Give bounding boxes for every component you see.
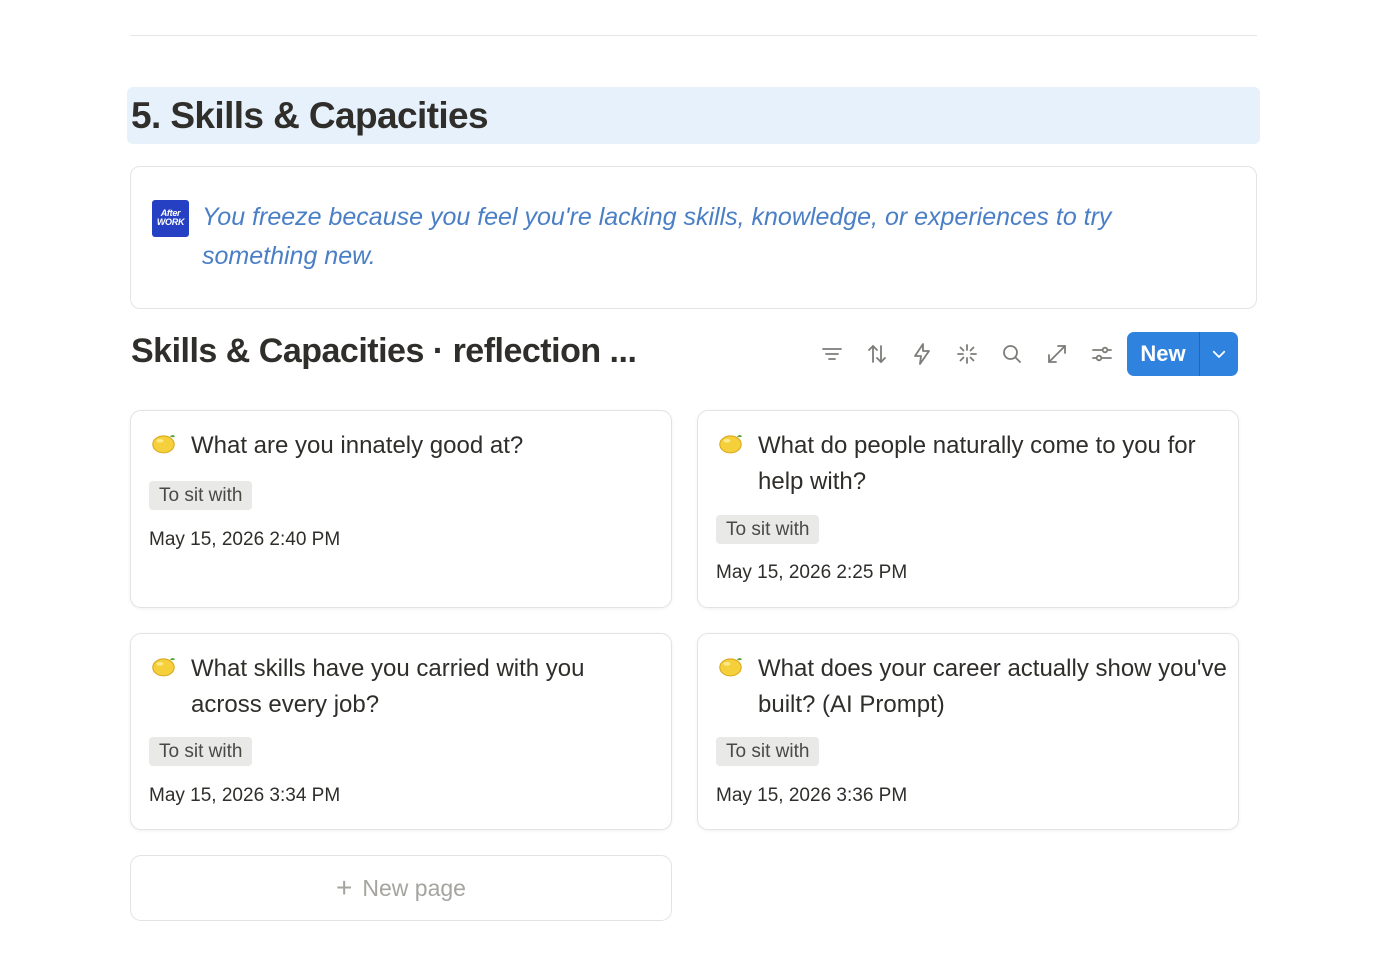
section-heading: 5. Skills & Capacities bbox=[131, 95, 489, 136]
card-title: What skills have you carried with you ac… bbox=[191, 655, 585, 718]
status-tag: To sit with bbox=[716, 515, 820, 544]
database-toolbar bbox=[809, 336, 1124, 372]
new-page-button[interactable]: + New page bbox=[130, 855, 672, 921]
gallery-card[interactable]: What does your career actually show you'… bbox=[697, 633, 1239, 830]
new-page-label: New page bbox=[362, 874, 466, 901]
lightning-icon[interactable] bbox=[899, 336, 944, 372]
lemon-icon bbox=[152, 658, 176, 677]
callout-block[interactable]: After WORK You freeze because you feel y… bbox=[130, 166, 1257, 309]
callout-text: You freeze because you feel you're lacki… bbox=[202, 203, 1112, 270]
top-divider bbox=[130, 35, 1257, 36]
new-button-group: New bbox=[1127, 332, 1238, 376]
lemon-icon bbox=[152, 435, 176, 454]
gallery-card[interactable]: What are you innately good at? To sit wi… bbox=[130, 410, 672, 608]
card-date: May 15, 2026 3:36 PM bbox=[716, 785, 908, 806]
heading-block[interactable]: 5. Skills & Capacities bbox=[127, 87, 1260, 144]
afterwork-logo-icon: After WORK bbox=[152, 200, 189, 237]
gallery-card[interactable]: What do people naturally come to you for… bbox=[697, 410, 1239, 608]
card-title: What are you innately good at? bbox=[191, 432, 524, 459]
sort-icon[interactable] bbox=[854, 336, 899, 372]
settings-sliders-icon[interactable] bbox=[1079, 336, 1124, 372]
card-title: What does your career actually show you'… bbox=[758, 655, 1227, 718]
card-date: May 15, 2026 3:34 PM bbox=[149, 785, 341, 806]
card-date: May 15, 2026 2:40 PM bbox=[149, 529, 341, 550]
gallery-card[interactable]: What skills have you carried with you ac… bbox=[130, 633, 672, 830]
ai-sparkle-icon[interactable] bbox=[944, 336, 989, 372]
status-tag: To sit with bbox=[149, 737, 253, 766]
status-tag: To sit with bbox=[149, 481, 253, 510]
filter-icon[interactable] bbox=[809, 336, 854, 372]
status-tag: To sit with bbox=[716, 737, 820, 766]
chevron-down-icon[interactable] bbox=[1200, 332, 1238, 376]
card-title: What do people naturally come to you for… bbox=[758, 432, 1196, 495]
search-icon[interactable] bbox=[989, 336, 1034, 372]
card-date: May 15, 2026 2:25 PM bbox=[716, 562, 908, 583]
expand-icon[interactable] bbox=[1034, 336, 1079, 372]
lemon-icon bbox=[719, 435, 743, 454]
new-button[interactable]: New bbox=[1127, 332, 1199, 376]
database-title[interactable]: Skills & Capacities · reflection ... bbox=[131, 332, 637, 371]
lemon-icon bbox=[719, 658, 743, 677]
plus-icon: + bbox=[336, 872, 353, 903]
